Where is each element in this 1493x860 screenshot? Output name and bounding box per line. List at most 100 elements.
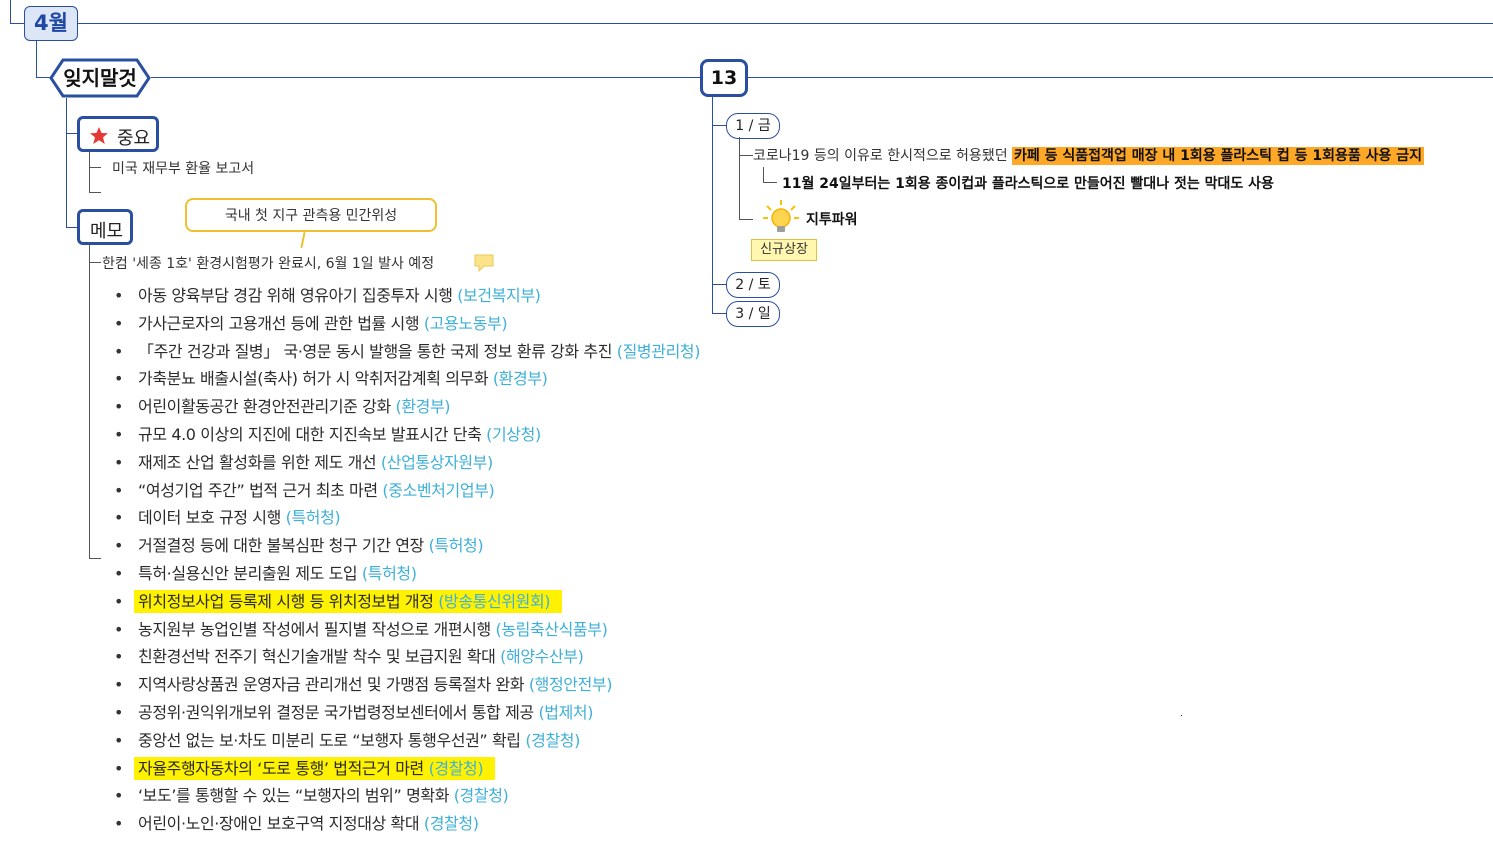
day1-subnote-line-h [763,182,777,183]
important-item-1-line [89,167,101,168]
day1-note-line[interactable]: 코로나19 등의 이유로 한시적으로 허용됐던 카페 등 식품접객업 매장 내 … [753,145,1425,165]
callout-pointer [300,231,306,249]
agency-label: (특허청) [285,508,341,528]
list-item[interactable]: • 거절결정 등에 대한 불복심판 청구 기간 연장 (특허청) [108,532,700,560]
bullet-icon: • [114,647,124,667]
month-to-branch-line [36,40,37,78]
agency-label: (행정안전부) [528,675,613,695]
list-item-highlighted[interactable]: • 위치정보사업 등록제 시행 등 위치정보법 개정 (방송통신위원회) [108,588,700,616]
list-item[interactable]: • 친환경선박 전주기 혁신기술개발 착수 및 보급지원 확대 (해양수산부) [108,643,700,671]
list-item[interactable]: • 규모 4.0 이상의 지진에 대한 지진속보 발표시간 단축 (기상청) [108,421,700,449]
list-item[interactable]: • 특허·실용신안 분리출원 제도 도입 (특허청) [108,560,700,588]
right-branch-node[interactable]: 13 [700,59,748,97]
agency-label: (질병관리청) [616,341,701,361]
bullet-icon: • [114,563,124,583]
important-item[interactable]: 미국 재무부 환율 보고서 [112,158,254,178]
day-node-1[interactable]: 1 / 금 [726,113,780,139]
memo-label: 메모 [90,221,124,242]
lightbulb-icon [763,200,799,232]
day1-subnote-line-v [763,167,764,183]
memo-children-line [89,245,90,559]
day1-connector [712,125,726,126]
bullet-icon: • [114,452,124,472]
bullet-icon: • [114,814,124,834]
day-node-2[interactable]: 2 / 토 [726,272,780,298]
bullet-icon: • [114,758,124,778]
bullet-icon: • [114,702,124,722]
list-item-highlighted[interactable]: • 자율주행자동차의 ‘도로 통행’ 법적근거 마련 (경찰청) [108,755,700,783]
bullet-icon: • [114,730,124,750]
day1-note-prefix: 코로나19 등의 이유로 한시적으로 허용됐던 [753,148,1013,164]
root-connector-horizontal [10,23,24,24]
important-item-2-line [89,192,101,193]
main-horizontal-line [151,77,700,78]
memo-note-line[interactable]: 한컴 '세종 1호' 환경시험평가 완료시, 6월 1일 발사 예정 [102,253,434,273]
day2-connector [712,284,726,285]
bullet-icon: • [114,341,124,361]
memo-note-connector [89,262,101,263]
bullet-icon: • [114,536,124,556]
agency-label: (고용노동부) [423,313,508,333]
bullet-icon: • [114,480,124,500]
day1-idea-connector [739,219,753,220]
list-item[interactable]: • 아동 양육부담 경감 위해 영유아기 집중투자 시행 (보건복지부) [108,282,700,310]
important-label: 중요 [117,128,151,149]
bullet-icon: • [114,675,124,695]
bullet-icon: • [114,508,124,528]
memo-bullet-list: • 아동 양육부담 경감 위해 영유아기 집중투자 시행 (보건복지부) • 가사근… [108,282,700,838]
list-item[interactable]: • 가사근로자의 고용개선 등에 관한 법률 시행 (고용노동부) [108,310,700,338]
note-icon[interactable] [473,253,495,273]
list-item[interactable]: • 어린이활동공간 환경안전관리기준 강화 (환경부) [108,393,700,421]
day1-children-line [739,137,740,220]
left-tree-trunk [66,98,67,228]
agency-label: (해양수산부) [500,647,584,667]
callout-bubble[interactable]: 국내 첫 지구 관측용 민간위성 [185,198,437,232]
agency-label: (환경부) [395,397,451,417]
day1-note-highlight: 카페 등 식품접객업 매장 내 1회용 플라스틱 컵 등 1회용품 사용 금지 [1012,147,1425,165]
list-item[interactable]: • 지역사랑상품권 운영자금 관리개선 및 가맹점 등록절차 완화 (행정안전부) [108,671,700,699]
agency-label: (농림축산식품부) [495,619,608,639]
memo-list-connector [89,558,101,559]
important-children-line [89,152,90,193]
list-item[interactable]: • ‘보도’를 통행할 수 있는 “보행자의 범위” 명확화 (경찰청) [108,782,700,810]
agency-label: (기상청) [486,424,541,444]
month-node[interactable]: 4월 [24,6,78,41]
list-item[interactable]: • 어린이·노인·장애인 보호구역 지정대상 확대 (경찰청) [108,810,700,838]
bullet-icon: • [114,313,124,333]
idea-label[interactable]: 지투파워 [806,209,858,229]
agency-label: (환경부) [492,369,548,389]
bullet-icon: • [114,619,124,639]
list-item[interactable]: • 재제조 산업 활성화를 위한 제도 개선 (산업통상자원부) [108,449,700,477]
right-tree-trunk [712,97,713,313]
idea-badge: 신규상장 [751,239,817,261]
bullet-icon: • [114,591,124,611]
right-branch-title: 13 [710,67,738,89]
agency-label: (산업통상자원부) [380,452,493,472]
left-branch-node[interactable]: 잊지말것 [49,58,151,98]
bullet-icon: • [114,786,124,806]
memo-node[interactable]: 메모 [77,209,133,245]
day-node-3[interactable]: 3 / 일 [726,301,780,327]
list-item[interactable]: • 「주간 건강과 질병」 국·영문 동시 발행을 통한 국제 정보 환류 강화 … [108,338,700,366]
bullet-icon: • [114,424,124,444]
bullet-icon: • [114,286,124,305]
left-branch-line [36,77,50,78]
list-item[interactable]: • 가축분뇨 배출시설(축사) 허가 시 악취저감계획 의무화 (환경부) [108,365,700,393]
list-item[interactable]: • “여성기업 주간” 법적 근거 최초 마련 (중소벤처기업부) [108,477,700,505]
agency-label: (경찰청) [428,758,484,778]
list-item[interactable]: • 공정위·권익위개보위 결정문 국가법령정보센터에서 통합 제공 (법제처) [108,699,700,727]
month-line [77,23,1493,24]
right-top-line [748,77,1493,78]
list-item[interactable]: • 데이터 보호 규정 시행 (특허청) [108,504,700,532]
bullet-icon: • [114,369,124,389]
agency-label: (경찰청) [423,814,479,834]
bullet-icon: • [114,397,124,417]
day3-connector [712,313,726,314]
root-connector-vertical [10,0,11,24]
day1-subnote[interactable]: 11월 24일부터는 1회용 종이컵과 플라스틱으로 만들어진 빨대나 젓는 막… [782,173,1274,193]
list-item[interactable]: • 중앙선 없는 보·차도 미분리 도로 “보행자 통행우선권” 확립 (경찰청) [108,727,700,755]
agency-label: (보건복지부) [457,286,541,305]
left-branch-title: 잊지말것 [63,66,137,90]
important-node[interactable]: 중요 [77,116,159,152]
list-item[interactable]: • 농지원부 농업인별 작성에서 필지별 작성으로 개편시행 (농림축산식품부) [108,616,700,644]
